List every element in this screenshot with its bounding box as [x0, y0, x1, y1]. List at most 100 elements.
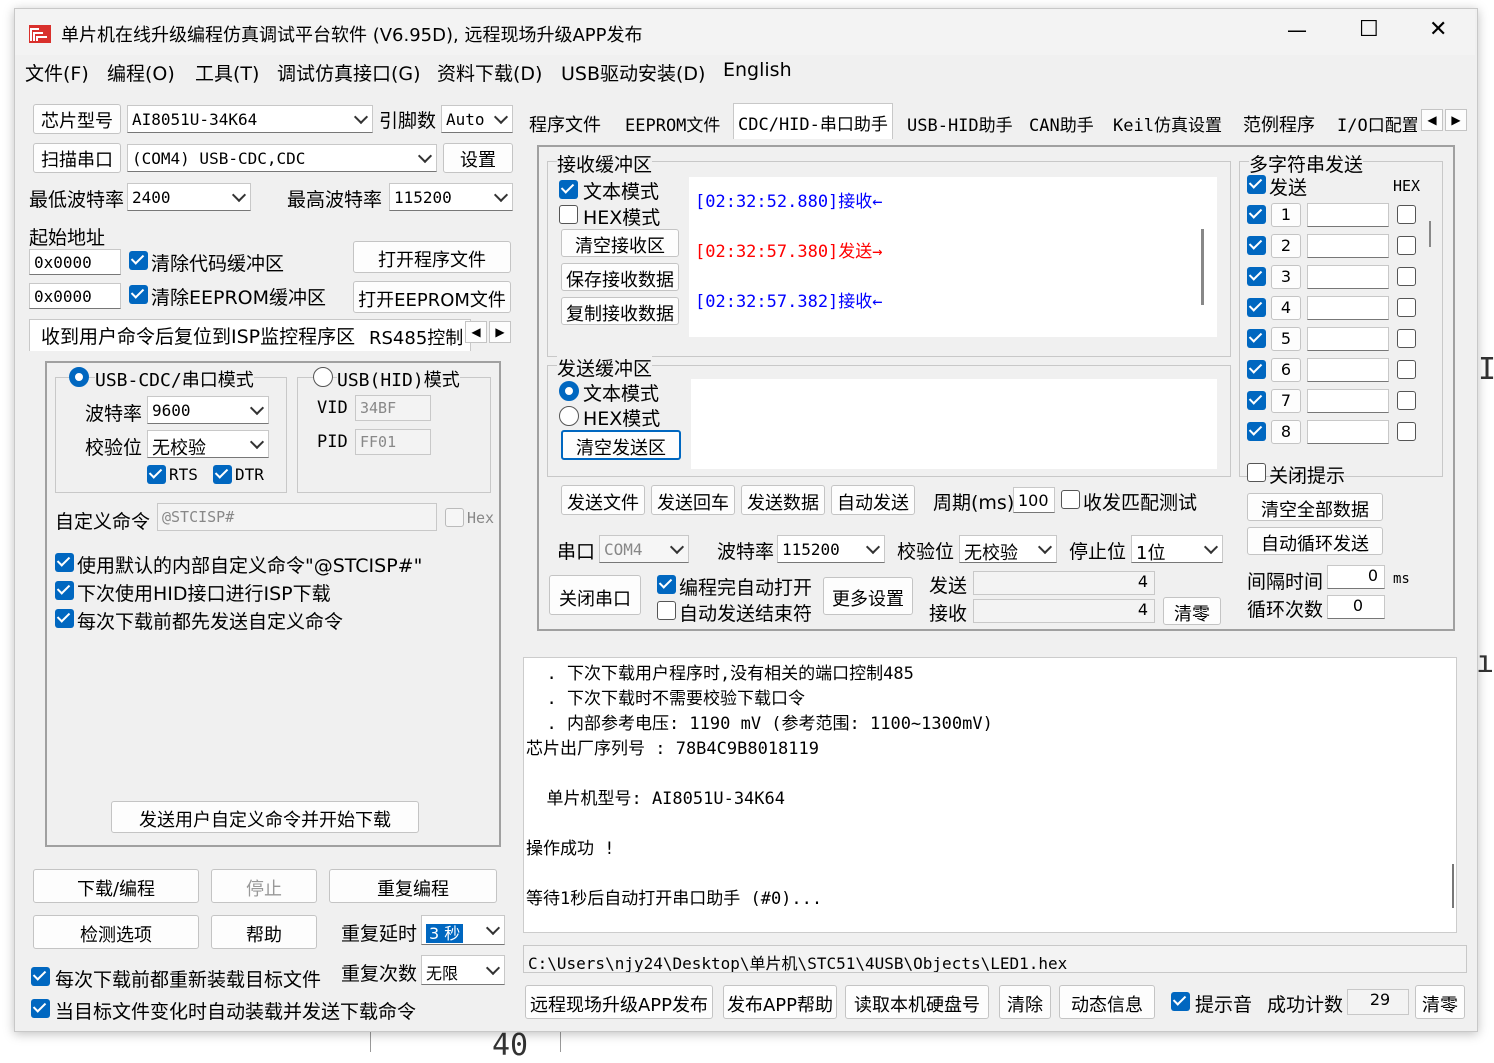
send-data-button[interactable]: 发送数据 — [741, 485, 825, 515]
interval-input[interactable]: 0 — [1327, 565, 1385, 589]
tab-scroll-right-button[interactable]: ▶ — [489, 321, 511, 343]
multi-row-input[interactable] — [1307, 420, 1389, 444]
auto-open-checkbox[interactable] — [657, 575, 676, 594]
recv-text-mode-checkbox[interactable] — [559, 180, 578, 199]
port-select[interactable]: (COM4) USB-CDC,CDC — [127, 144, 437, 172]
multi-row-input[interactable] — [1307, 296, 1389, 320]
vid-input[interactable]: 34BF — [355, 395, 431, 421]
custom-hex-checkbox[interactable] — [445, 508, 464, 527]
multi-row-hex-checkbox[interactable] — [1397, 391, 1416, 410]
minimize-button[interactable]: — — [1287, 18, 1307, 42]
chip-model-button[interactable]: 芯片型号 — [33, 104, 121, 134]
match-test-checkbox[interactable] — [1061, 490, 1080, 509]
multi-row-hex-checkbox[interactable] — [1397, 236, 1416, 255]
multi-row-send-button[interactable]: 6 — [1271, 358, 1301, 382]
multi-row-input[interactable] — [1307, 358, 1389, 382]
more-settings-button[interactable]: 更多设置 — [823, 577, 913, 615]
send-custom-command-button[interactable]: 发送用户自定义命令并开始下载 — [111, 801, 419, 833]
multi-row-send-button[interactable]: 3 — [1271, 265, 1301, 289]
auto-send-button[interactable]: 自动发送 — [831, 485, 915, 515]
maximize-button[interactable]: ☐ — [1359, 17, 1379, 42]
hid-isp-checkbox[interactable] — [55, 581, 74, 600]
clear-log-button[interactable]: 清除 — [999, 985, 1051, 1019]
receive-scrollbar[interactable] — [1201, 229, 1204, 305]
menu-tools[interactable]: 工具(T) — [195, 59, 259, 86]
multi-row-send-checkbox[interactable] — [1247, 360, 1266, 379]
multi-row-send-checkbox[interactable] — [1247, 205, 1266, 224]
multi-row-hex-checkbox[interactable] — [1397, 329, 1416, 348]
loop-count-input[interactable]: 0 — [1327, 595, 1385, 619]
multi-row-hex-checkbox[interactable] — [1397, 267, 1416, 286]
sound-checkbox[interactable] — [1171, 992, 1190, 1011]
close-port-button[interactable]: 关闭串口 — [549, 575, 641, 615]
menu-file[interactable]: 文件(F) — [25, 59, 89, 86]
read-disk-id-button[interactable]: 读取本机硬盘号 — [845, 985, 989, 1019]
right-tab-scroll-left-button[interactable]: ◀ — [1421, 109, 1443, 131]
send-before-download-checkbox[interactable] — [55, 609, 74, 628]
multi-row-send-button[interactable]: 4 — [1271, 296, 1301, 320]
usbhid-mode-radio[interactable] — [313, 367, 333, 387]
scan-port-button[interactable]: 扫描串口 — [33, 143, 121, 173]
repeat-count-select[interactable]: 无限 — [421, 955, 505, 985]
tab-io-config[interactable]: I/O口配置 — [1333, 105, 1417, 139]
copy-receive-button[interactable]: 复制接收数据 — [561, 297, 679, 325]
receive-textarea[interactable]: [02:32:52.880]接收← [02:32:57.380]发送→ [02:… — [689, 177, 1217, 337]
usbcdc-mode-radio[interactable] — [69, 367, 89, 387]
min-baud-select[interactable]: 2400 — [127, 183, 251, 211]
multi-row-send-button[interactable]: 8 — [1271, 420, 1301, 444]
chip-model-select[interactable]: AI8051U-34K64 — [127, 105, 373, 133]
default-command-checkbox[interactable] — [55, 553, 74, 572]
dtr-checkbox[interactable] — [213, 465, 232, 484]
parity-select[interactable]: 无校验 — [147, 430, 269, 458]
publish-help-button[interactable]: 发布APP帮助 — [723, 985, 837, 1019]
auto-send-end-checkbox[interactable] — [657, 601, 676, 620]
period-input[interactable]: 100 — [1013, 487, 1055, 513]
serial-baud-select[interactable]: 115200 — [777, 535, 885, 563]
rts-checkbox[interactable] — [147, 465, 166, 484]
reload-file-checkbox[interactable] — [31, 967, 50, 986]
send-hex-mode-radio[interactable] — [559, 406, 579, 426]
log-scrollbar[interactable] — [1452, 864, 1454, 908]
stop-button[interactable]: 停止 — [211, 869, 317, 903]
multi-row-send-button[interactable]: 5 — [1271, 327, 1301, 351]
auto-loop-send-button[interactable]: 自动循环发送 — [1247, 527, 1383, 555]
tab-keil[interactable]: Keil仿真设置 — [1109, 105, 1226, 139]
auto-load-checkbox[interactable] — [31, 999, 50, 1018]
custom-command-input[interactable]: @STCISP# — [157, 503, 437, 531]
multi-row-input[interactable] — [1307, 203, 1389, 227]
multi-row-send-checkbox[interactable] — [1247, 298, 1266, 317]
save-receive-button[interactable]: 保存接收数据 — [561, 263, 679, 291]
tab-program-file[interactable]: 程序文件 — [525, 105, 605, 139]
send-textarea[interactable] — [691, 379, 1217, 469]
max-baud-select[interactable]: 115200 — [389, 183, 513, 211]
download-program-button[interactable]: 下载/编程 — [33, 869, 199, 903]
menu-debug[interactable]: 调试仿真接口(G) — [277, 59, 421, 86]
multi-row-hex-checkbox[interactable] — [1397, 298, 1416, 317]
settings-button[interactable]: 设置 — [443, 143, 513, 173]
dynamic-info-button[interactable]: 动态信息 — [1059, 985, 1155, 1019]
title-bar[interactable]: 单片机在线升级编程仿真调试平台软件 (V6.95D), 远程现场升级APP发布 … — [15, 9, 1475, 55]
help-button[interactable]: 帮助 — [211, 915, 317, 949]
repeat-delay-select[interactable]: 3 秒 — [421, 915, 505, 945]
send-file-button[interactable]: 发送文件 — [561, 485, 645, 515]
menu-usb-driver[interactable]: USB驱动安装(D) — [561, 59, 705, 86]
clear-code-checkbox[interactable] — [129, 251, 148, 270]
recv-hex-mode-checkbox[interactable] — [559, 205, 578, 224]
eeprom-address-input[interactable]: 0x0000 — [29, 283, 121, 309]
serial-parity-select[interactable]: 无校验 — [959, 535, 1057, 563]
tab-eeprom-file[interactable]: EEPROM文件 — [621, 105, 724, 139]
serial-stop-select[interactable]: 1位 — [1131, 535, 1223, 563]
log-output[interactable]: . 下次下载用户程序时,没有相关的端口控制485 . 下次下载时不需要校验下载口… — [523, 657, 1457, 933]
check-options-button[interactable]: 检测选项 — [33, 915, 199, 949]
pin-count-select[interactable]: Auto — [441, 105, 513, 133]
clear-send-button[interactable]: 清空发送区 — [561, 430, 681, 460]
multi-row-send-checkbox[interactable] — [1247, 329, 1266, 348]
clear-eeprom-checkbox[interactable] — [129, 285, 148, 304]
tab-can[interactable]: CAN助手 — [1025, 105, 1098, 139]
multi-send-all-checkbox[interactable] — [1247, 175, 1266, 194]
tab-examples[interactable]: 范例程序 — [1239, 105, 1319, 139]
multi-row-send-button[interactable]: 1 — [1271, 203, 1301, 227]
clear-count-button[interactable]: 清零 — [1163, 597, 1221, 625]
multi-row-input[interactable] — [1307, 265, 1389, 289]
multi-row-input[interactable] — [1307, 327, 1389, 351]
